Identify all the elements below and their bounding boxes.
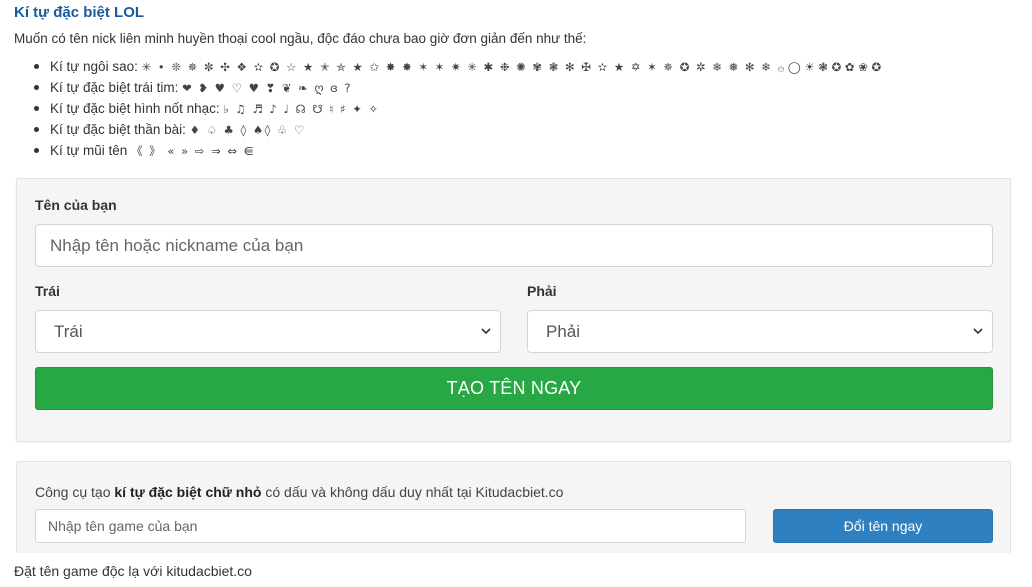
list-item: Kí tự đặc biệt trái tim: ❤ ❥ ♥ ♡ ♥ ❣ ❦ ❧… [32, 77, 881, 98]
symbol-chars[interactable]: ♭ ♫ ♬ ♪ ♩ ☊ ☋ ♮ ♯ ✦ ✧ [223, 102, 379, 116]
right-select-value: Phải [546, 322, 581, 341]
game-name-input[interactable] [35, 509, 746, 543]
symbol-chars[interactable]: ♦ ♤ ♣ ◊ ♠◊ ♧ ♡ [190, 123, 306, 137]
right-label: Phải [527, 283, 557, 299]
intro-text: Muốn có tên nick liên minh huyền thoại c… [14, 31, 587, 46]
symbol-category-label: Kí tự ngôi sao: [50, 59, 142, 74]
list-item: Kí tự ngôi sao: ✳ • ❊ ✵ ✼ ✣ ❖ ✫ ✪ ☆ ★ ✭ … [32, 56, 881, 77]
symbol-list: Kí tự ngôi sao: ✳ • ❊ ✵ ✼ ✣ ❖ ✫ ✪ ☆ ★ ✭ … [32, 56, 881, 161]
symbol-category-label: Kí tự đặc biệt trái tim: [50, 80, 183, 95]
symbol-category-label: Kí tự đặc biệt hình nốt nhạc: [50, 101, 224, 116]
name-input[interactable] [35, 224, 993, 267]
list-item: Kí tự đặc biệt hình nốt nhạc: ♭ ♫ ♬ ♪ ♩ … [32, 98, 881, 119]
list-item: Kí tự mũi tên 《 》 « » ⇨ ⇒ ⇔ ⋹ [32, 140, 881, 161]
footer-text: Đặt tên game độc lạ với kitudacbiet.co [14, 563, 252, 579]
name-label: Tên của bạn [35, 197, 117, 213]
left-select[interactable]: Trái [35, 310, 501, 353]
symbol-chars[interactable]: 《 》 « » ⇨ ⇒ ⇔ ⋹ [131, 144, 255, 158]
left-select-value: Trái [54, 322, 83, 341]
left-label: Trái [35, 283, 60, 299]
symbol-chars[interactable]: ✳ • ❊ ✵ ✼ ✣ ❖ ✫ ✪ ☆ ★ ✭ ✮ ★ ✩ ✸ ✸ ✶ ✶ ✷ … [142, 60, 882, 74]
chevron-down-icon [481, 328, 491, 335]
page-title: Kí tự đặc biệt LOL [14, 4, 145, 21]
symbol-category-label: Kí tự đặc biệt thần bài: [50, 122, 190, 137]
symbol-chars[interactable]: ❤ ❥ ♥ ♡ ♥ ❣ ❦ ❧ ღ ɞ ? [182, 81, 352, 95]
chevron-down-icon [973, 328, 983, 335]
list-item: Kí tự đặc biệt thần bài: ♦ ♤ ♣ ◊ ♠◊ ♧ ♡ [32, 119, 881, 140]
tool-description: Công cụ tạo kí tự đặc biệt chữ nhỏ có dấ… [35, 484, 564, 500]
name-generator-panel: Tên của bạn Trái Trái Phải Phải TẠO TÊN … [16, 178, 1011, 442]
small-text-tool-panel: Công cụ tạo kí tự đặc biệt chữ nhỏ có dấ… [16, 461, 1011, 553]
symbol-category-label: Kí tự mũi tên [50, 143, 132, 158]
create-name-button[interactable]: TẠO TÊN NGAY [35, 367, 993, 410]
right-select[interactable]: Phải [527, 310, 993, 353]
rename-button[interactable]: Đổi tên ngay [773, 509, 993, 543]
